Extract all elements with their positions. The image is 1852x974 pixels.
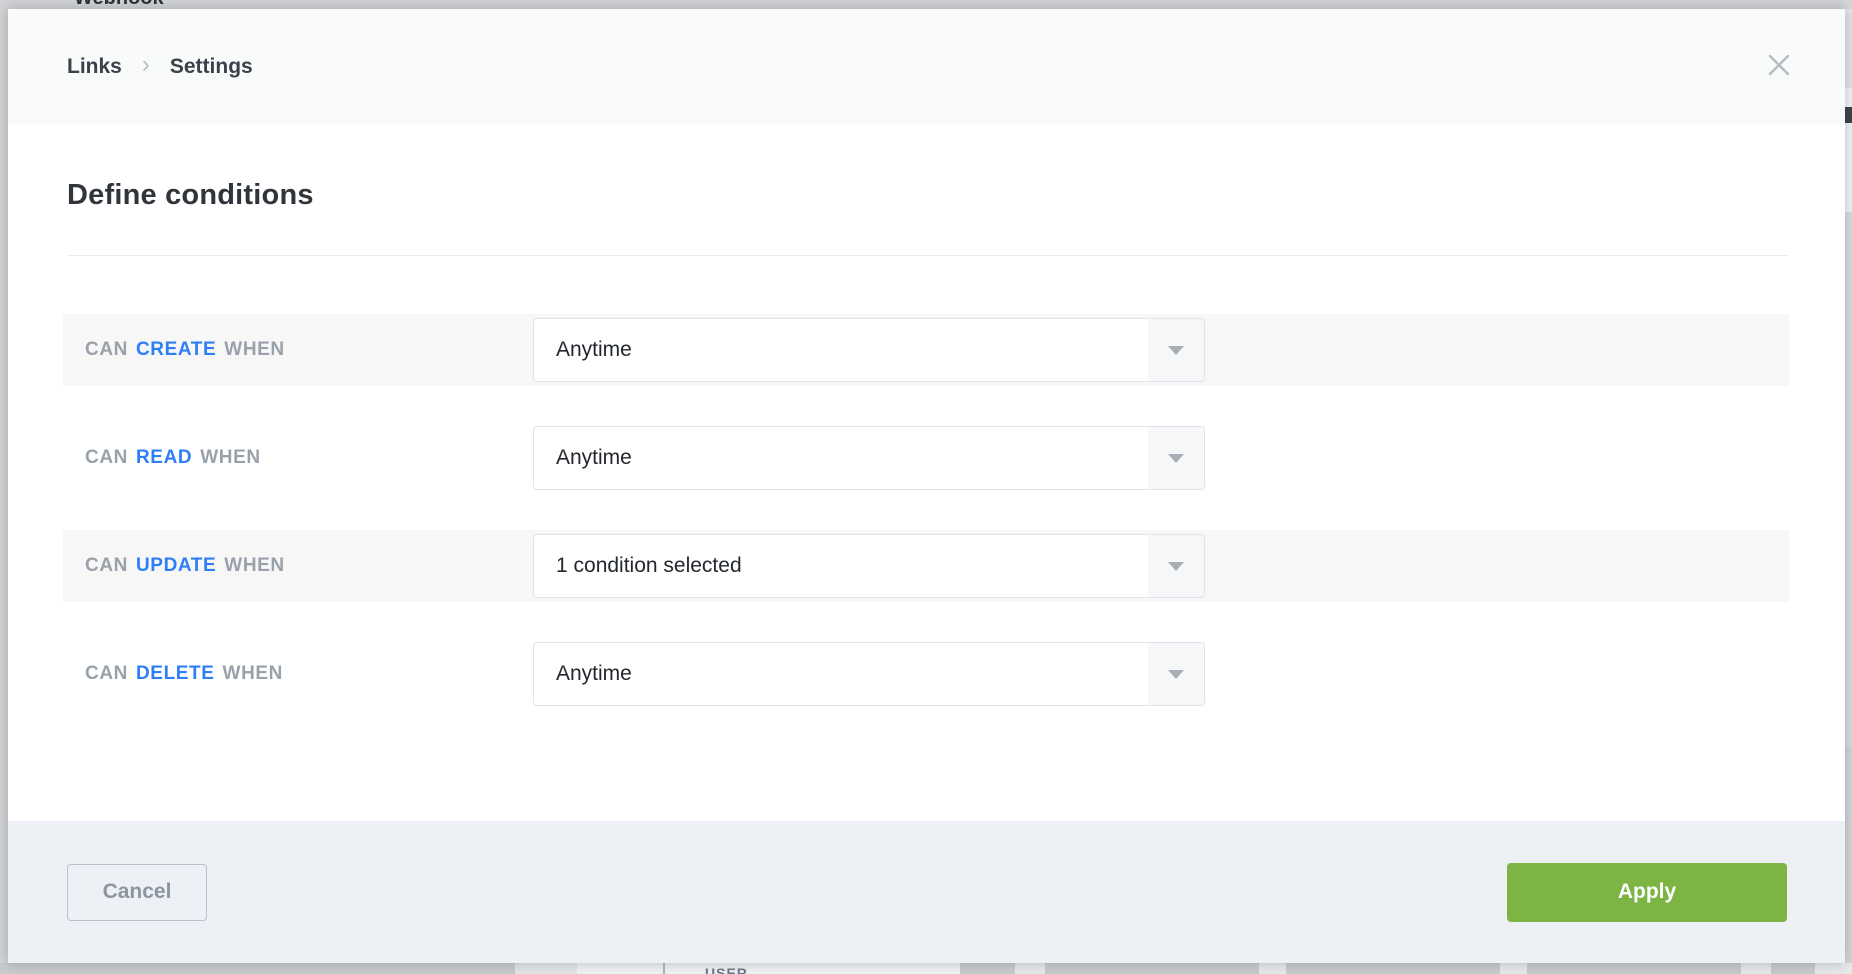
condition-row-create: CAN CREATE WHEN Anytime [63,314,1789,386]
background-app-strip-right [1845,0,1852,974]
background-fragment [1845,212,1852,746]
close-icon [1767,53,1791,77]
breadcrumb-item-settings[interactable]: Settings [170,55,253,79]
condition-label: CAN DELETE WHEN [85,638,283,710]
label-suffix: WHEN [200,447,260,469]
breadcrumb: Links › Settings [67,9,253,124]
dropdown-value: Anytime [534,643,1148,705]
dropdown-value: Anytime [534,319,1148,381]
background-fragment [1845,9,1852,88]
chevron-down-icon [1148,427,1204,489]
label-prefix: CAN [85,339,128,361]
background-fragment [1845,88,1852,107]
label-action: DELETE [136,663,215,685]
breadcrumb-item-links[interactable]: Links [67,55,122,79]
label-prefix: CAN [85,555,128,577]
divider [67,255,1789,256]
condition-row-read: CAN READ WHEN Anytime [63,422,1789,494]
update-condition-dropdown[interactable]: 1 condition selected [533,534,1205,598]
condition-label: CAN UPDATE WHEN [85,530,285,602]
modal-footer: Cancel Apply [8,821,1845,963]
label-suffix: WHEN [224,555,284,577]
delete-condition-dropdown[interactable]: Anytime [533,642,1205,706]
chevron-down-icon [1148,319,1204,381]
background-table-gridline [1259,963,1286,974]
label-suffix: WHEN [224,339,284,361]
condition-label: CAN CREATE WHEN [85,314,285,386]
chevron-down-icon [1148,643,1204,705]
background-fragment [1845,123,1852,212]
label-action: UPDATE [136,555,216,577]
close-button[interactable] [1765,51,1793,79]
background-partial-text: Webhook [74,0,164,9]
condition-row-delete: CAN DELETE WHEN Anytime [63,638,1789,710]
background-app-strip-bottom: USER [0,963,1852,974]
dropdown-value: Anytime [534,427,1148,489]
chevron-right-icon: › [142,53,150,80]
cancel-button[interactable]: Cancel [67,864,207,921]
create-condition-dropdown[interactable]: Anytime [533,318,1205,382]
label-prefix: CAN [85,663,128,685]
condition-label: CAN READ WHEN [85,422,261,494]
apply-button[interactable]: Apply [1507,863,1787,922]
read-condition-dropdown[interactable]: Anytime [533,426,1205,490]
page-title: Define conditions [67,179,314,212]
chevron-down-icon [1148,535,1204,597]
background-table-gridline [1741,963,1771,974]
background-table-gridline [1015,963,1045,974]
background-partial-glyph [1845,107,1852,123]
background-fragment [515,963,577,974]
label-suffix: WHEN [223,663,283,685]
label-action: READ [136,447,192,469]
settings-modal: Links › Settings Define conditions CAN C… [8,9,1845,963]
dropdown-value: 1 condition selected [534,535,1148,597]
background-table-header: USER [705,965,748,974]
background-table-gridline [1500,963,1527,974]
background-fragment [577,963,960,974]
background-table-gridline [663,963,665,974]
label-prefix: CAN [85,447,128,469]
background-app-strip-top: Webhook [0,0,1852,9]
background-table-gridline [1815,963,1852,974]
screen: Webhook USER Links › Settings [0,0,1852,974]
condition-row-update: CAN UPDATE WHEN 1 condition selected [63,530,1789,602]
modal-header: Links › Settings [8,9,1845,124]
label-action: CREATE [136,339,216,361]
